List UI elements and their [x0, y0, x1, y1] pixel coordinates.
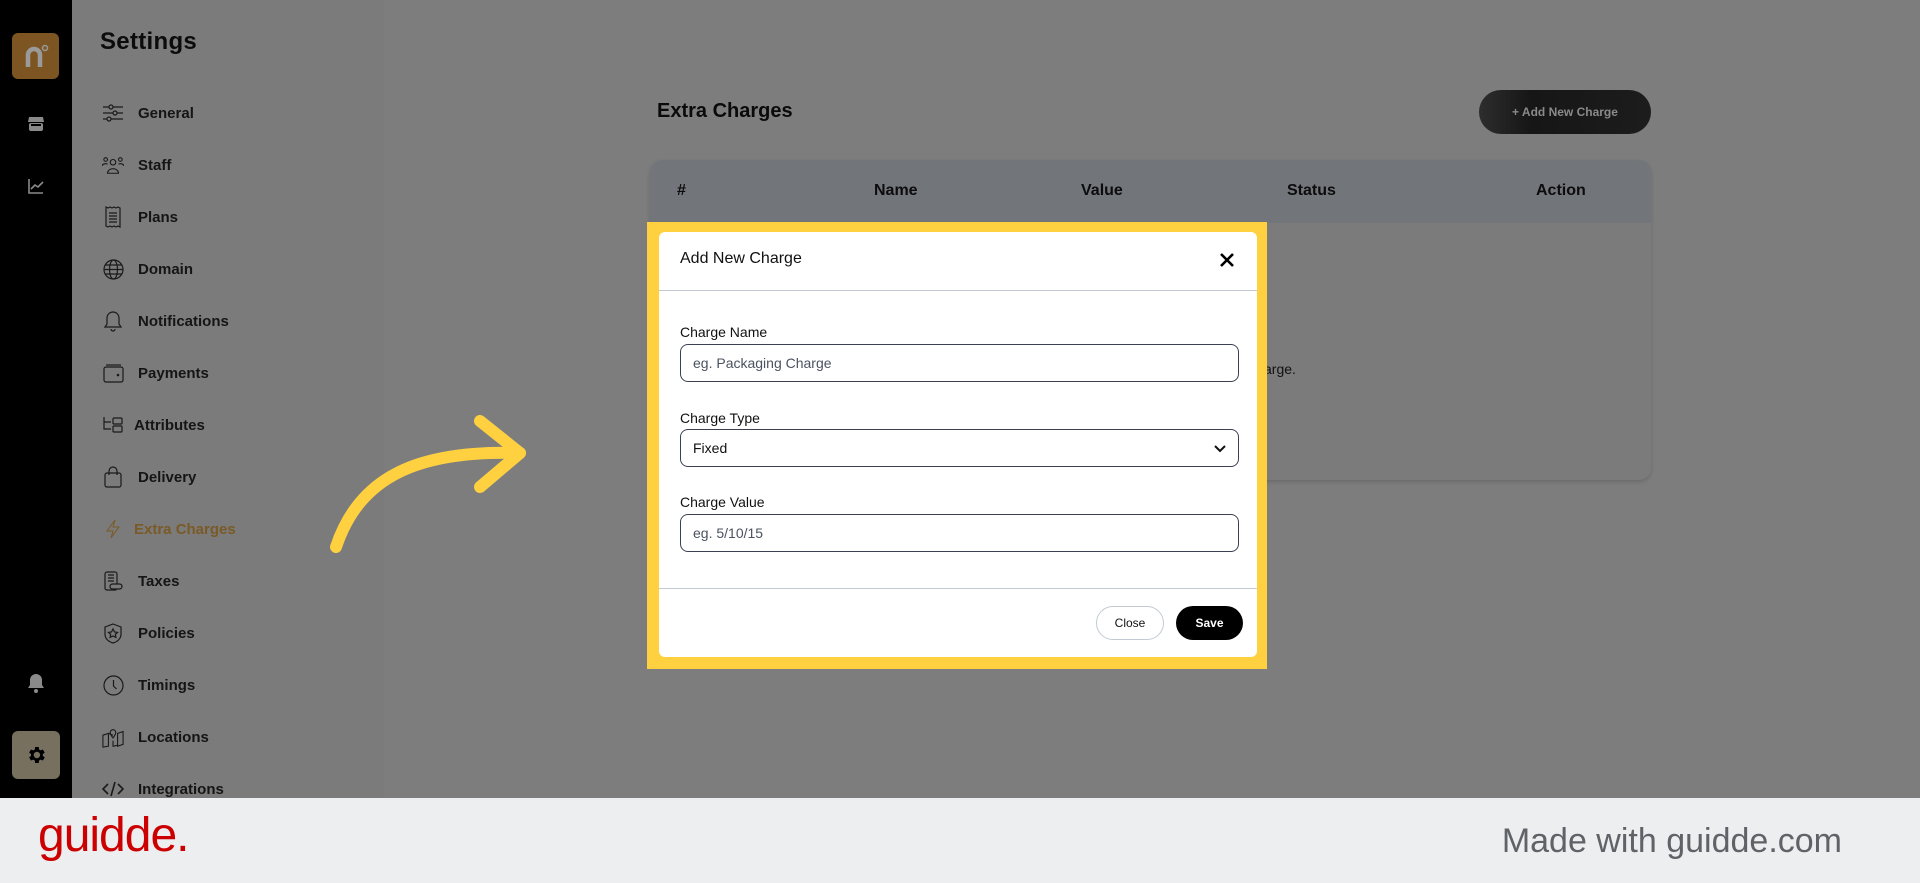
nav-label: Notifications	[138, 312, 229, 330]
charge-value-label: Charge Value	[680, 494, 765, 510]
receipt-icon	[102, 206, 124, 228]
add-charge-modal: Add New Charge Charge Name Charge Type F…	[659, 232, 1257, 657]
add-new-charge-button[interactable]: + Add New Charge	[1479, 90, 1651, 134]
nav-item-notifications[interactable]: Notifications	[102, 306, 229, 336]
nav-label: Timings	[138, 676, 196, 694]
column-header-number: #	[677, 182, 686, 199]
chevron-down-icon	[1214, 441, 1226, 457]
bag-icon	[102, 466, 124, 488]
charge-name-label: Charge Name	[680, 324, 768, 340]
nav-label: General	[138, 104, 194, 122]
nav-label: Policies	[138, 624, 195, 642]
map-pin-icon	[102, 726, 124, 748]
nav-item-payments[interactable]: Payments	[102, 358, 209, 388]
nav-label: Taxes	[138, 572, 180, 590]
modal-title: Add New Charge	[680, 250, 802, 267]
nav-label: Delivery	[138, 468, 197, 486]
nav-item-timings[interactable]: Timings	[102, 670, 195, 700]
page-title: Extra Charges	[657, 100, 793, 122]
nav-label: Plans	[138, 208, 179, 226]
shield-star-icon	[102, 622, 124, 644]
settings-title: Settings	[100, 28, 198, 55]
charge-value-field[interactable]	[680, 514, 1239, 552]
nav-item-staff[interactable]: Staff	[102, 150, 171, 180]
column-header-name: Name	[874, 182, 918, 199]
nav-label: Locations	[138, 728, 209, 746]
table-header: # Name Value Status Action	[650, 160, 1651, 223]
lightning-icon	[102, 518, 124, 540]
close-button[interactable]: Close	[1096, 606, 1164, 640]
empty-state-text: arge.	[1264, 361, 1296, 377]
charge-type-value: Fixed	[693, 440, 728, 456]
guidde-logo: guidde.	[38, 809, 189, 862]
sliders-icon	[102, 102, 124, 124]
globe-icon	[102, 258, 124, 280]
charge-type-select[interactable]: Fixed	[680, 429, 1239, 467]
analytics-icon[interactable]	[24, 174, 48, 198]
nav-item-domain[interactable]: Domain	[102, 254, 193, 284]
app-logo[interactable]	[12, 33, 59, 79]
made-with-guidde: Made with guidde.com	[1501, 822, 1842, 860]
tax-icon	[102, 570, 124, 592]
nav-label: Domain	[138, 260, 194, 278]
nav-label: Extra Charges	[134, 520, 236, 538]
charge-name-input[interactable]	[693, 355, 1226, 371]
charge-name-field[interactable]	[680, 344, 1239, 382]
wallet-icon	[102, 362, 124, 384]
charge-value-input[interactable]	[693, 525, 1226, 541]
clock-icon	[102, 674, 124, 696]
nav-item-policies[interactable]: Policies	[102, 618, 195, 648]
nav-item-delivery[interactable]: Delivery	[102, 462, 196, 492]
settings-panel: Settings General Staff Plans Domain Noti…	[72, 0, 384, 798]
nav-item-locations[interactable]: Locations	[102, 722, 209, 752]
nav-item-extra-charges[interactable]: Extra Charges	[102, 514, 236, 544]
code-icon	[102, 778, 124, 800]
charge-type-label: Charge Type	[680, 410, 760, 426]
icon-rail	[0, 0, 72, 798]
nav-item-general[interactable]: General	[102, 98, 194, 128]
nav-item-attributes[interactable]: Attributes	[102, 410, 205, 440]
nav-label: Attributes	[134, 416, 205, 434]
users-icon	[102, 154, 124, 176]
settings-button[interactable]	[12, 731, 60, 779]
column-header-action: Action	[1536, 182, 1586, 199]
column-header-status: Status	[1287, 182, 1336, 199]
nav-label: Staff	[138, 156, 172, 174]
bell-icon	[102, 310, 124, 332]
nav-label: Integrations	[138, 780, 224, 798]
hierarchy-icon	[102, 414, 124, 436]
modal-footer: Close Save	[659, 588, 1257, 657]
nav-item-plans[interactable]: Plans	[102, 202, 178, 232]
column-header-value: Value	[1081, 182, 1123, 199]
guide-arrow-icon	[330, 415, 526, 553]
close-icon[interactable]	[1215, 248, 1239, 272]
bell-icon[interactable]	[24, 671, 48, 695]
save-button[interactable]: Save	[1176, 606, 1243, 640]
modal-header: Add New Charge	[659, 232, 1257, 291]
nav-label: Payments	[138, 364, 209, 382]
nav-item-taxes[interactable]: Taxes	[102, 566, 179, 596]
store-icon[interactable]	[24, 112, 48, 136]
guidde-footer: guidde. Made with guidde.com	[0, 798, 1920, 883]
gear-icon	[29, 747, 45, 763]
